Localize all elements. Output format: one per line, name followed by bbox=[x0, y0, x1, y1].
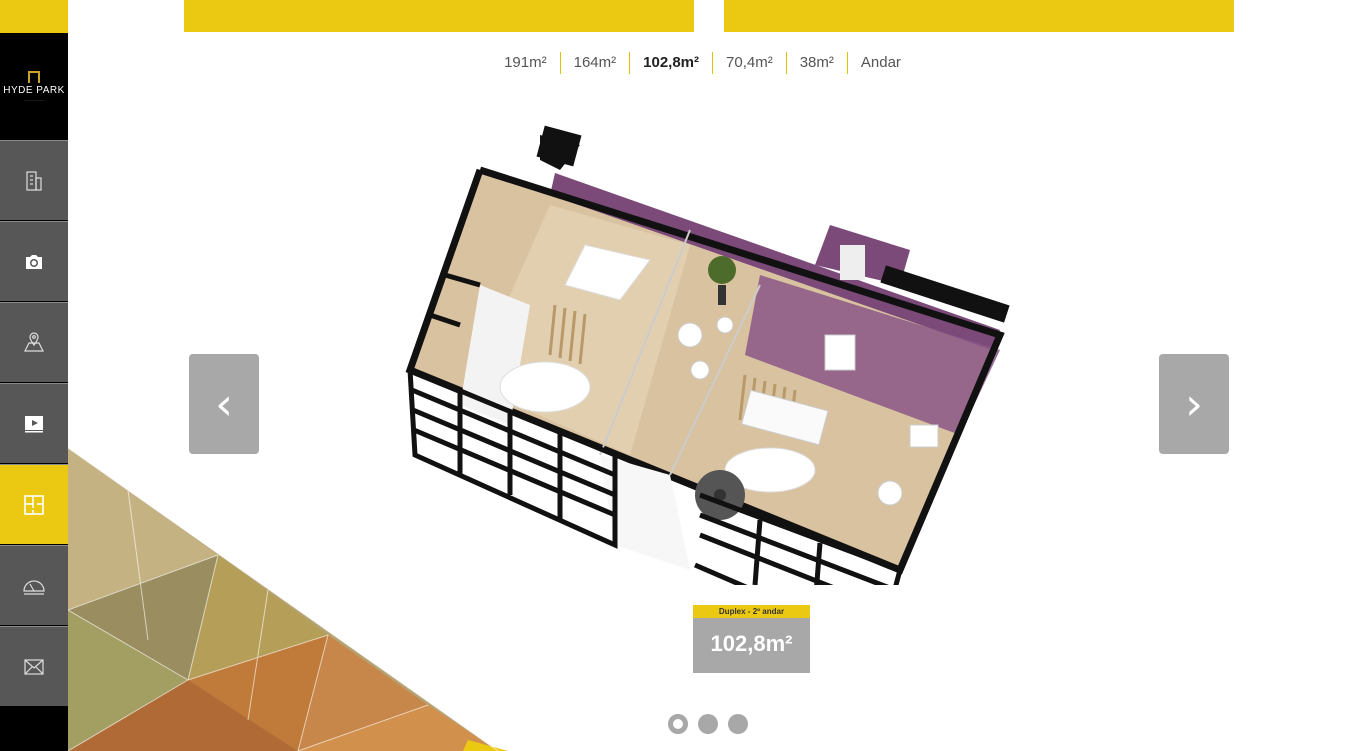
sidebar-accent bbox=[0, 0, 68, 33]
plan-tabs: 191m² 164m² 102,8m² 70,4m² 38m² Andar bbox=[0, 52, 1349, 74]
logo[interactable]: HYDE PARK ——————— bbox=[0, 33, 68, 140]
tab-191[interactable]: 191m² bbox=[491, 52, 561, 74]
camera-icon bbox=[26, 254, 42, 269]
next-button[interactable]: › bbox=[1159, 354, 1229, 454]
carousel-dot-3[interactable] bbox=[728, 714, 748, 734]
sidebar-item-floorplans[interactable] bbox=[0, 464, 68, 544]
sidebar: HYDE PARK ——————— bbox=[0, 0, 68, 751]
protractor-icon bbox=[23, 579, 45, 595]
prev-button[interactable]: ‹ bbox=[189, 354, 259, 454]
sidebar-item-gallery[interactable] bbox=[0, 221, 68, 301]
floorplan-icon bbox=[24, 494, 44, 515]
tab-164[interactable]: 164m² bbox=[561, 52, 631, 74]
carousel-dot-1[interactable] bbox=[668, 714, 688, 734]
tab-70-4[interactable]: 70,4m² bbox=[713, 52, 787, 74]
top-bar-left bbox=[184, 0, 694, 32]
area-value: 102,8m² bbox=[693, 618, 810, 673]
tab-andar[interactable]: Andar bbox=[848, 52, 914, 74]
video-icon bbox=[25, 415, 43, 432]
logo-text: HYDE PARK bbox=[3, 85, 65, 96]
sidebar-item-specs[interactable] bbox=[0, 545, 68, 625]
sidebar-item-location[interactable] bbox=[0, 302, 68, 382]
sidebar-item-contact[interactable] bbox=[0, 626, 68, 706]
sidebar-item-building[interactable] bbox=[0, 140, 68, 220]
building-icon bbox=[26, 170, 42, 191]
area-label: Duplex - 2º andar 102,8m² bbox=[693, 605, 810, 673]
tab-102-8[interactable]: 102,8m² bbox=[630, 52, 714, 74]
carousel-dot-2[interactable] bbox=[698, 714, 718, 734]
sidebar-item-video[interactable] bbox=[0, 383, 68, 463]
floor-plan-image bbox=[405, 125, 1010, 585]
map-pin-icon bbox=[24, 331, 44, 352]
area-tag: Duplex - 2º andar bbox=[693, 605, 810, 618]
page: HYDE PARK ——————— 191m² 164m² 102,8m² 70… bbox=[0, 0, 1349, 751]
mail-icon bbox=[24, 658, 44, 675]
logo-sub: ——————— bbox=[23, 98, 45, 102]
top-bar-right bbox=[724, 0, 1234, 32]
tab-38[interactable]: 38m² bbox=[787, 52, 848, 74]
carousel-dots bbox=[668, 714, 748, 734]
